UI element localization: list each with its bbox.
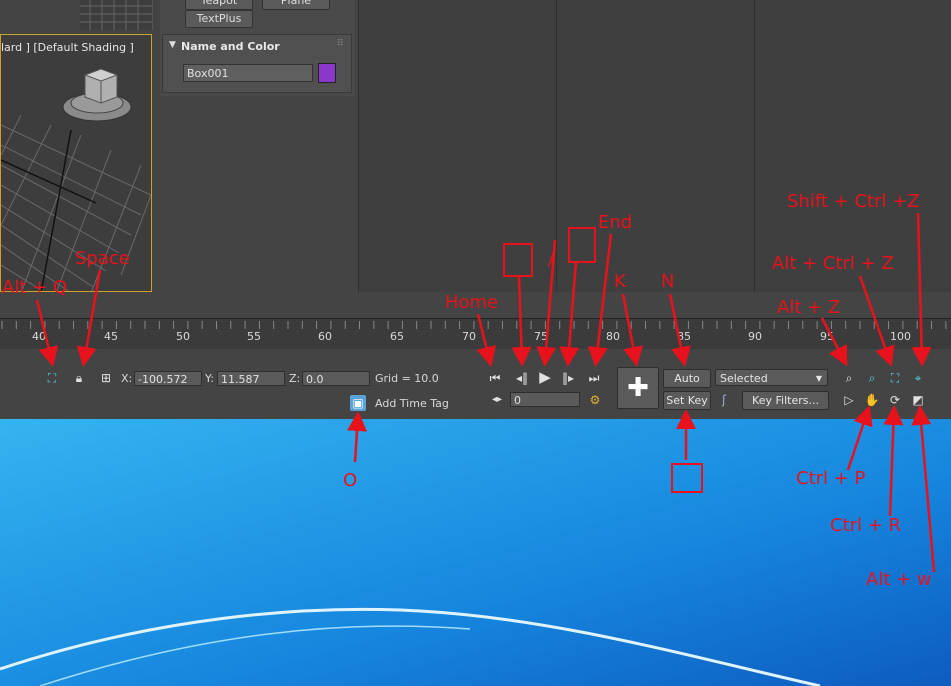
annotation-home: Home xyxy=(445,292,499,313)
annotation-alt-z: Alt + Z xyxy=(777,297,841,318)
annotation-shift-ctrl-z: Shift + Ctrl +Z xyxy=(787,191,920,212)
annotation-alt-q: Alt + Q xyxy=(2,277,68,298)
annotation-alt-ctrl-z: Alt + Ctrl + Z xyxy=(772,253,894,274)
annotation-ctrl-r: Ctrl + R xyxy=(830,515,902,536)
annotation-o: O xyxy=(343,470,358,491)
annotation-arrows xyxy=(35,212,936,573)
annotation-ctrl-p: Ctrl + P xyxy=(796,468,866,489)
annotation-box-prev-frame xyxy=(503,243,533,277)
annotation-n: N xyxy=(661,271,675,292)
annotation-box-backtick xyxy=(671,463,703,493)
annotation-space: Space xyxy=(75,248,130,269)
annotation-end: End xyxy=(598,212,633,233)
annotation-box-next-frame xyxy=(568,227,596,263)
annotation-alt-w: Alt + w xyxy=(866,569,932,590)
annotation-k: K xyxy=(614,271,626,292)
annotation-slash: / xyxy=(548,249,555,270)
